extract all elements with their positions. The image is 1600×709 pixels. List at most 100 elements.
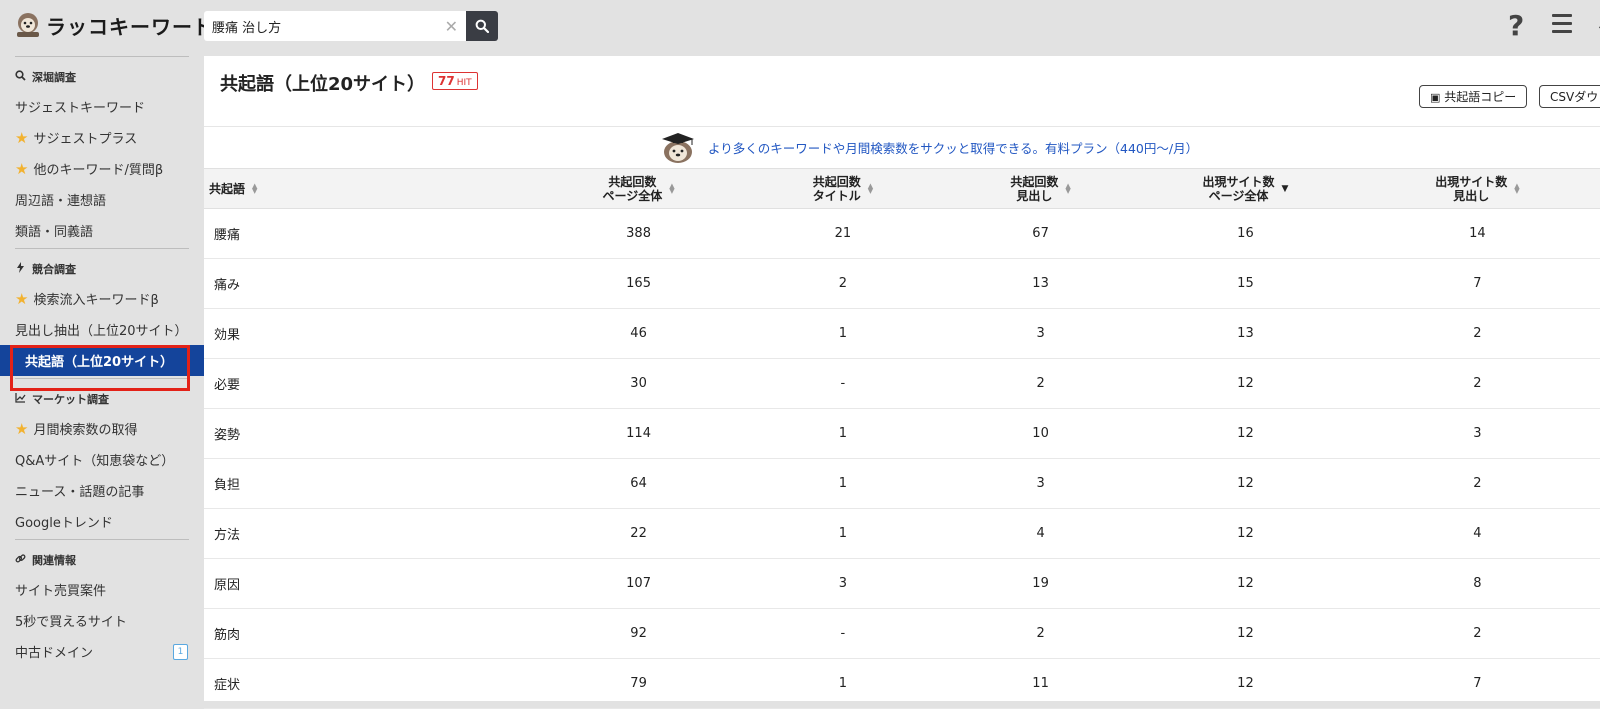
sidebar-item[interactable]: ★ 月間検索数の取得 [0, 413, 204, 444]
search-icon [15, 70, 26, 84]
column-header[interactable]: 共起語 ▲ ▼ [204, 169, 536, 209]
sidebar-item-label: サジェストプラス [33, 132, 138, 147]
sort-icon[interactable]: ▲ ▼ [1514, 182, 1519, 194]
sidebar-item[interactable]: 類語・同義語 [0, 215, 204, 246]
sidebar-item[interactable]: Googleトレンド [0, 506, 204, 537]
count-cell: 7 [1473, 276, 1482, 291]
copy-cooccurrence-button[interactable]: ▣ 共起語コピー [1419, 85, 1528, 108]
column-header-label: 共起回数 [1010, 174, 1059, 189]
column-header-label: 共起語 [209, 181, 246, 196]
sidebar-section-heading-label: 関連情報 [32, 554, 76, 567]
search-input[interactable]: 腰痛 治し方 ✕ [204, 11, 466, 41]
count-cell: 1 [838, 526, 848, 541]
sidebar-item[interactable]: サジェストキーワード [0, 91, 204, 122]
sidebar-item[interactable]: Q&Aサイト（知恵袋など） [0, 444, 204, 475]
column-header-label: 共起回数 [812, 174, 861, 189]
column-header[interactable]: 出現サイト数 ページ全体 ▼ [1136, 169, 1355, 209]
table-row: 方法 22 1 4 12 4 [204, 509, 1600, 559]
keyword-cell: 筋肉 [214, 628, 241, 643]
count-cell: 3 [838, 576, 848, 591]
divider [204, 126, 1600, 127]
sidebar-item[interactable]: ★ 検索流入キーワードβ [0, 283, 204, 314]
otter-graduate-icon [658, 130, 698, 164]
search-input-value[interactable]: 腰痛 治し方 [204, 17, 445, 36]
column-header-label: 出現サイト数 [1202, 174, 1275, 189]
count-cell: 12 [1237, 676, 1254, 691]
sidebar-item[interactable]: サイト売買案件 [0, 574, 204, 605]
promo-link[interactable]: より多くのキーワードや月間検索数をサクッと取得できる。有料プラン（440円〜/月… [708, 138, 1198, 157]
column-header[interactable]: 共起回数 タイトル ▲ ▼ [741, 169, 945, 209]
sidebar-item[interactable]: 中古ドメイン 1 [0, 636, 204, 667]
link-icon [15, 553, 26, 567]
promo-banner[interactable]: より多くのキーワードや月間検索数をサクッと取得できる。有料プラン（440円〜/月… [658, 130, 1198, 164]
csv-download-button[interactable]: CSVダウン [1539, 85, 1600, 108]
help-icon[interactable]: ? [1508, 9, 1524, 42]
cooccurrence-table: 共起語 ▲ ▼ 共起回数 ページ全体 ▲ ▼ 共起回数 タイトル ▲ ▼ 共起回数 見出し ▲ ▼ 出現サイト… [204, 168, 1600, 709]
count-cell: 3 [1036, 326, 1045, 341]
sidebar-item-label: サジェストキーワード [15, 101, 146, 116]
sidebar-item[interactable]: 周辺語・連想語 [0, 184, 204, 215]
sidebar-item[interactable]: 5秒で買えるサイト [0, 605, 204, 636]
clear-icon[interactable]: ✕ [445, 17, 466, 36]
column-header[interactable]: 出現サイト数 見出し ▲ ▼ [1355, 169, 1600, 209]
count-cell: 12 [1237, 526, 1254, 541]
count-cell: 79 [630, 676, 647, 691]
count-cell: 67 [1032, 226, 1049, 241]
bolt-icon [15, 262, 26, 276]
sidebar-item-label: Q&Aサイト（知恵袋など） [15, 454, 175, 469]
sidebar-item-label: 中古ドメイン [15, 646, 94, 661]
column-header-label: 出現サイト数 [1435, 174, 1508, 189]
sort-icon[interactable]: ▲ ▼ [1065, 182, 1070, 194]
count-cell: 2 [838, 276, 848, 291]
count-cell: 46 [630, 326, 647, 341]
sort-icon[interactable]: ▲ ▼ [669, 182, 674, 194]
sort-icon[interactable]: ▼ [1281, 184, 1288, 194]
column-header-sublabel: ページ全体 [1208, 188, 1269, 203]
sidebar-item-label: 類語・同義語 [15, 225, 94, 240]
count-cell: 165 [626, 276, 651, 291]
column-header[interactable]: 共起回数 見出し ▲ ▼ [945, 169, 1136, 209]
count-cell: 1 [838, 326, 848, 341]
main-panel: 共起語（上位20サイト） 77HIT ▣ 共起語コピー CSVダウン より多くの… [204, 56, 1600, 709]
count-cell: 2 [1473, 326, 1482, 341]
count-cell: 13 [1237, 326, 1254, 341]
count-cell: - [840, 376, 846, 391]
count-cell: 11 [1032, 676, 1049, 691]
count-cell: 2 [1473, 376, 1482, 391]
keyword-cell: 効果 [214, 328, 241, 343]
table-row: 効果 46 1 3 13 2 [204, 309, 1600, 359]
star-icon: ★ [15, 128, 29, 147]
hit-label: HIT [456, 78, 472, 88]
sort-icon[interactable]: ▲ ▼ [868, 182, 873, 194]
sidebar-item-label: 見出し抽出（上位20サイト） [15, 324, 188, 339]
table-row: 症状 79 1 11 12 7 [204, 659, 1600, 709]
sort-icon[interactable]: ▲ ▼ [252, 182, 257, 194]
count-cell: 12 [1237, 426, 1254, 441]
count-cell: 7 [1473, 676, 1482, 691]
hamburger-menu-icon[interactable] [1552, 14, 1572, 38]
table-row: 姿勢 114 1 10 12 3 [204, 409, 1600, 459]
user-icon[interactable]: ⌄ [1594, 10, 1600, 38]
count-cell: 10 [1032, 426, 1049, 441]
column-header[interactable]: 共起回数 ページ全体 ▲ ▼ [536, 169, 740, 209]
count-cell: 388 [626, 226, 651, 241]
sidebar-item[interactable]: ★ サジェストプラス [0, 122, 204, 153]
sidebar-section-heading: 深堀調査 [0, 57, 204, 91]
count-cell: 92 [630, 626, 647, 641]
count-cell: 2 [1036, 626, 1045, 641]
sidebar-item[interactable]: 見出し抽出（上位20サイト） [0, 314, 204, 345]
sidebar-item[interactable]: ニュース・話題の記事 [0, 475, 204, 506]
search-button[interactable] [466, 11, 498, 41]
count-cell: 1 [838, 426, 848, 441]
table-row: 痛み 165 2 13 15 7 [204, 259, 1600, 309]
count-cell: 64 [630, 476, 647, 491]
sidebar-item[interactable]: ★ 他のキーワード/質問β [0, 153, 204, 184]
table-row: 必要 30 - 2 12 2 [204, 359, 1600, 409]
count-cell: 114 [626, 426, 651, 441]
copy-button-label: 共起語コピー [1444, 90, 1517, 104]
app-logo[interactable]: ラッコキーワード [14, 10, 214, 40]
count-cell: 2 [1036, 376, 1045, 391]
table-row: 原因 107 3 19 12 8 [204, 559, 1600, 609]
count-cell: 3 [1036, 476, 1045, 491]
sidebar-section-heading-label: 競合調査 [32, 263, 76, 276]
